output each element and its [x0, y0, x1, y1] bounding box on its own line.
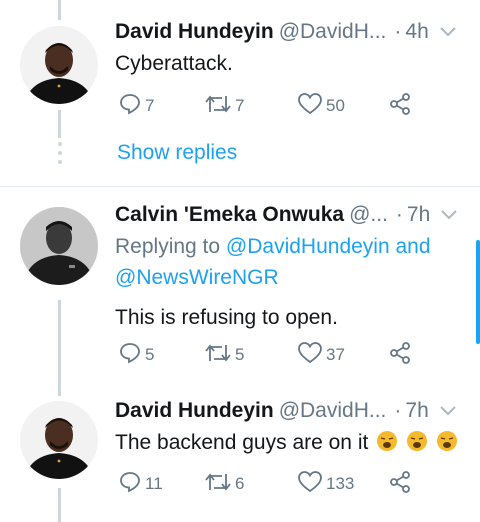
- retweet-icon: [204, 92, 232, 121]
- mention-link[interactable]: @DavidHundeyin and: [226, 235, 431, 258]
- reply-count: 5: [145, 345, 155, 364]
- reply-count: 11: [145, 474, 163, 493]
- retweet-count: 6: [235, 474, 245, 493]
- avatar[interactable]: [20, 401, 98, 479]
- tweet-text: This is refusing to open.: [115, 306, 338, 329]
- reply-count: 7: [145, 96, 155, 115]
- user-handle[interactable]: @DavidH...: [279, 399, 387, 423]
- tweet-text: The backend guys are on it: [115, 427, 470, 458]
- replying-to: Replying to @DavidHundeyin and: [115, 231, 470, 262]
- like-count: 133: [326, 474, 355, 493]
- timestamp[interactable]: 7h: [405, 399, 428, 423]
- chevron-down-icon[interactable]: [439, 23, 457, 41]
- thread-collapsed-dots: [56, 142, 63, 164]
- user-handle[interactable]: @...: [349, 203, 388, 227]
- like-count: 50: [326, 96, 345, 115]
- separator-dot: ·: [394, 20, 402, 43]
- share-button[interactable]: [388, 92, 412, 121]
- tweet-header: David Hundeyin @DavidH... · 4h: [115, 18, 470, 46]
- heart-icon: [297, 470, 323, 499]
- reply-button[interactable]: 5: [118, 341, 154, 370]
- tweet-header: Calvin 'Emeka Onwuka @... · 7h: [115, 201, 470, 229]
- share-button[interactable]: [388, 470, 412, 499]
- display-name[interactable]: Calvin 'Emeka Onwuka: [115, 203, 344, 227]
- like-button[interactable]: 50: [297, 92, 345, 121]
- tweet-header: David Hundeyin @DavidH... · 7h: [115, 397, 470, 425]
- retweet-button[interactable]: 7: [204, 92, 244, 121]
- share-icon: [388, 341, 412, 370]
- thread-connector: [58, 0, 61, 20]
- tweet-text: Cyberattack.: [115, 52, 233, 75]
- separator-dot: ·: [395, 203, 403, 226]
- timestamp[interactable]: 4h: [405, 20, 428, 44]
- share-button[interactable]: [388, 341, 412, 370]
- scrollbar[interactable]: [476, 240, 480, 344]
- separator-dot: ·: [394, 399, 402, 422]
- like-count: 37: [326, 345, 345, 364]
- share-icon: [388, 92, 412, 121]
- avatar[interactable]: [20, 207, 98, 285]
- heart-icon: [297, 341, 323, 370]
- show-replies-link[interactable]: Show replies: [117, 141, 237, 165]
- reply-button[interactable]: 7: [118, 92, 154, 121]
- user-handle[interactable]: @DavidH...: [279, 20, 387, 44]
- timestamp[interactable]: 7h: [407, 203, 430, 227]
- heart-icon: [297, 92, 323, 121]
- reply-icon: [118, 92, 142, 121]
- display-name[interactable]: David Hundeyin: [115, 399, 274, 423]
- like-button[interactable]: 133: [297, 470, 354, 499]
- retweet-button[interactable]: 5: [204, 341, 244, 370]
- retweet-count: 7: [235, 96, 245, 115]
- share-icon: [388, 470, 412, 499]
- weary-face-emoji: [374, 431, 458, 454]
- divider: [0, 186, 480, 187]
- retweet-count: 5: [235, 345, 245, 364]
- retweet-button[interactable]: 6: [204, 470, 244, 499]
- replying-to-prefix: Replying to: [115, 235, 226, 258]
- mention-link[interactable]: @NewsWireNGR: [115, 262, 470, 293]
- chevron-down-icon[interactable]: [440, 206, 458, 224]
- tweet-text-content: The backend guys are on it: [115, 431, 369, 454]
- reply-icon: [118, 470, 142, 499]
- reply-icon: [118, 341, 142, 370]
- display-name[interactable]: David Hundeyin: [115, 20, 274, 44]
- reply-button[interactable]: 11: [118, 470, 163, 499]
- chevron-down-icon[interactable]: [439, 402, 457, 420]
- like-button[interactable]: 37: [297, 341, 345, 370]
- retweet-icon: [204, 341, 232, 370]
- retweet-icon: [204, 470, 232, 499]
